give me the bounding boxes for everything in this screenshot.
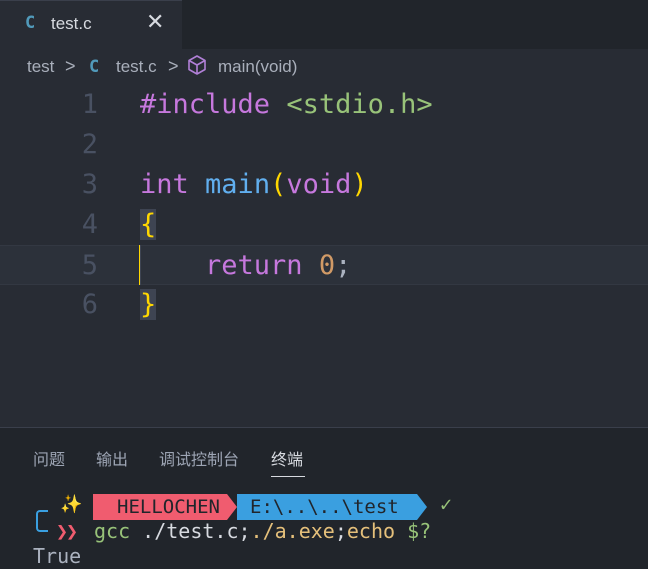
code-line: 2	[0, 125, 648, 165]
tab-label: test.c	[51, 14, 92, 33]
semicolon: ;	[335, 250, 352, 281]
tab-problems[interactable]: 问题	[33, 446, 65, 470]
tab-debug-console[interactable]: 调试控制台	[159, 446, 239, 470]
type-keyword: int	[140, 169, 189, 200]
return-keyword: return	[205, 250, 303, 281]
code-line: 6 }	[0, 285, 648, 325]
breadcrumb-symbol[interactable]: main(void)	[218, 57, 297, 77]
c-file-icon: C	[25, 13, 36, 33]
chevron-right-icon: >	[168, 56, 179, 76]
code-editor[interactable]: 1 #include <stdio.h> 2 3 int main(void) …	[0, 85, 648, 427]
header-name: <stdio.h>	[286, 89, 433, 120]
line-number: 5	[81, 250, 98, 281]
active-tab-indicator	[271, 476, 305, 477]
segment-arrow	[227, 494, 237, 520]
return-value: 0	[318, 250, 336, 281]
function-name: main	[205, 169, 271, 200]
close-icon[interactable]: ✕	[146, 10, 164, 36]
terminal-command: gcc ./test.c;./a.exe;echo $?	[94, 519, 432, 543]
breadcrumb-file[interactable]: test.c	[116, 57, 157, 77]
prompt-bracket-top	[36, 510, 48, 522]
chevron-right-icon: >	[65, 56, 76, 76]
terminal-output: True	[33, 544, 82, 568]
prompt-path-segment: E:\..\..\test	[237, 494, 417, 520]
breadcrumb: test > C test.c > main(void)	[0, 49, 648, 85]
tab-terminal[interactable]: 终端	[271, 446, 303, 470]
line-number: 3	[81, 169, 98, 200]
close-paren: )	[351, 169, 368, 200]
close-brace: }	[140, 289, 157, 320]
prompt-user-segment: HELLOCHEN	[93, 494, 227, 520]
prompt-bracket-bottom	[36, 522, 48, 532]
prompt-arrow-icon: ❯❯	[56, 519, 78, 543]
param-keyword: void	[286, 169, 352, 200]
line-number: 2	[81, 129, 98, 160]
code-line: 4 {	[0, 205, 648, 245]
line-number: 6	[81, 289, 98, 320]
c-file-icon: C	[89, 57, 100, 77]
check-icon: ✓	[440, 492, 453, 516]
breadcrumb-folder[interactable]: test	[27, 57, 54, 77]
include-directive: #include	[140, 89, 271, 120]
tab-output[interactable]: 输出	[96, 446, 128, 470]
line-number: 1	[81, 89, 98, 120]
indent-guide	[139, 245, 141, 285]
cube-icon	[187, 54, 207, 81]
open-paren: (	[270, 169, 287, 200]
open-brace: {	[140, 209, 157, 240]
line-number: 4	[81, 209, 98, 240]
segment-arrow	[417, 494, 427, 520]
tab-bar: C test.c ✕	[0, 0, 648, 49]
code-line-current: 5 return 0;	[0, 245, 648, 285]
sparkle-icon: ✨	[60, 494, 83, 515]
code-line: 1 #include <stdio.h>	[0, 85, 648, 125]
tab-test-c[interactable]: C test.c ✕	[0, 0, 182, 49]
terminal[interactable]: ✨ HELLOCHEN E:\..\..\test ✓ ❯❯ gcc ./tes…	[0, 491, 648, 569]
code-line: 3 int main(void)	[0, 165, 648, 205]
